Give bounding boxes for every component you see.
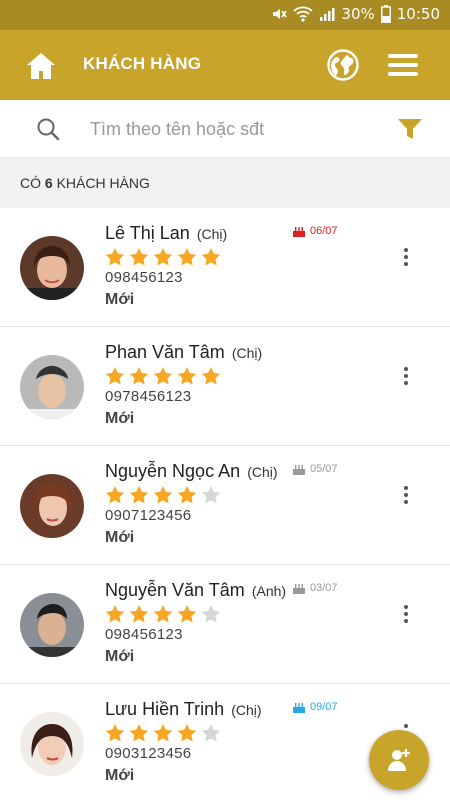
star-filled-icon [153,605,173,623]
cake-icon [293,465,305,475]
star-filled-icon [201,248,221,266]
customer-phone: 0907123456 [105,507,192,524]
customer-name: Lưu Hiền Trinh [105,699,225,719]
avatar [20,712,84,776]
customer-name-line: Nguyễn Ngọc An (Chị) [105,461,278,482]
customer-title: (Chị) [231,702,262,718]
customer-phone: 0978456123 [105,388,192,405]
wifi-icon [293,6,314,22]
globe-icon[interactable] [327,49,359,81]
star-filled-icon [201,367,221,385]
avatar [20,236,84,300]
customer-phone: 0903123456 [105,745,192,762]
cake-icon [293,584,305,594]
star-empty-icon [201,605,221,623]
rating-stars [105,247,221,267]
customer-phone: 098456123 [105,269,183,286]
star-filled-icon [153,486,173,504]
status-bar: 30% 10:50 [0,0,450,30]
customer-name-line: Phan Văn Tâm (Chị) [105,342,262,363]
cake-icon [293,227,305,237]
star-filled-icon [105,367,125,385]
star-filled-icon [105,486,125,504]
customer-name: Nguyễn Ngọc An [105,461,241,481]
star-filled-icon [153,724,173,742]
customer-name-line: Lưu Hiền Trinh (Chị) [105,699,262,720]
customer-name-line: Lê Thị Lan (Chị) [105,223,227,244]
menu-icon[interactable] [388,52,418,78]
customer-title: (Chị) [231,345,263,361]
star-filled-icon [129,248,149,266]
search-icon[interactable] [36,117,60,141]
rating-stars [105,604,221,624]
add-user-icon [388,749,410,771]
more-options-icon[interactable] [396,365,416,387]
star-filled-icon [129,724,149,742]
avatar [20,593,84,657]
customer-name: Lê Thị Lan [105,223,190,243]
rating-stars [105,723,221,743]
customer-count: CÓ 6 KHÁCH HÀNG [20,175,150,191]
customer-row[interactable]: Lê Thị Lan (Chị) 06/07 098456123 Mới [0,208,450,327]
star-filled-icon [129,367,149,385]
filter-icon[interactable] [398,118,422,140]
customer-name: Phan Văn Tâm [105,342,225,362]
star-filled-icon [105,724,125,742]
cake-icon [293,703,305,713]
star-filled-icon [129,486,149,504]
customer-title: (Chị) [196,226,228,242]
customer-status: Mới [105,767,135,784]
star-empty-icon [201,724,221,742]
birthday-badge: 05/07 [292,463,338,475]
customer-phone: 098456123 [105,626,183,643]
more-options-icon[interactable] [396,246,416,268]
customer-status: Mới [105,529,135,546]
battery-icon [380,5,391,23]
add-customer-button[interactable] [369,730,429,790]
star-filled-icon [105,605,125,623]
birthday-badge: 06/07 [292,225,338,237]
mute-icon [273,9,288,19]
customer-status: Mới [105,410,135,427]
customer-count-bar: CÓ 6 KHÁCH HÀNG [0,158,450,208]
customer-title: (Chị) [247,464,278,480]
star-filled-icon [153,248,173,266]
star-empty-icon [201,486,221,504]
home-icon[interactable] [26,52,56,80]
avatar [20,355,84,419]
star-filled-icon [177,724,197,742]
birthday-badge: 09/07 [292,701,338,713]
customer-title: (Anh) [251,583,287,599]
star-filled-icon [105,248,125,266]
app-bar: KHÁCH HÀNG [0,30,450,100]
customer-name-line: Nguyễn Văn Tâm (Anh) [105,580,286,601]
search-input[interactable] [90,116,370,142]
star-filled-icon [177,248,197,266]
more-options-icon[interactable] [396,603,416,625]
star-filled-icon [177,605,197,623]
search-bar [0,100,450,158]
customer-status: Mới [105,648,135,665]
customer-list: Lê Thị Lan (Chị) 06/07 098456123 Mới Pha… [0,208,450,800]
signal-icon [320,8,335,21]
star-filled-icon [177,486,197,504]
star-filled-icon [153,367,173,385]
customer-row[interactable]: Phan Văn Tâm (Chị) 0978456123 Mới [0,327,450,446]
avatar [20,474,84,538]
star-filled-icon [177,367,197,385]
rating-stars [105,366,221,386]
battery-percent: 30% [341,5,375,23]
clock: 10:50 [396,5,440,23]
customer-row[interactable]: Nguyễn Văn Tâm (Anh) 03/07 098456123 Mới [0,565,450,684]
customer-name: Nguyễn Văn Tâm [105,580,245,600]
customer-status: Mới [105,291,135,308]
birthday-badge: 03/07 [292,582,338,594]
rating-stars [105,485,221,505]
more-options-icon[interactable] [396,484,416,506]
customer-row[interactable]: Nguyễn Ngọc An (Chị) 05/07 0907123456 Mớ… [0,446,450,565]
star-filled-icon [129,605,149,623]
page-title: KHÁCH HÀNG [83,54,202,73]
